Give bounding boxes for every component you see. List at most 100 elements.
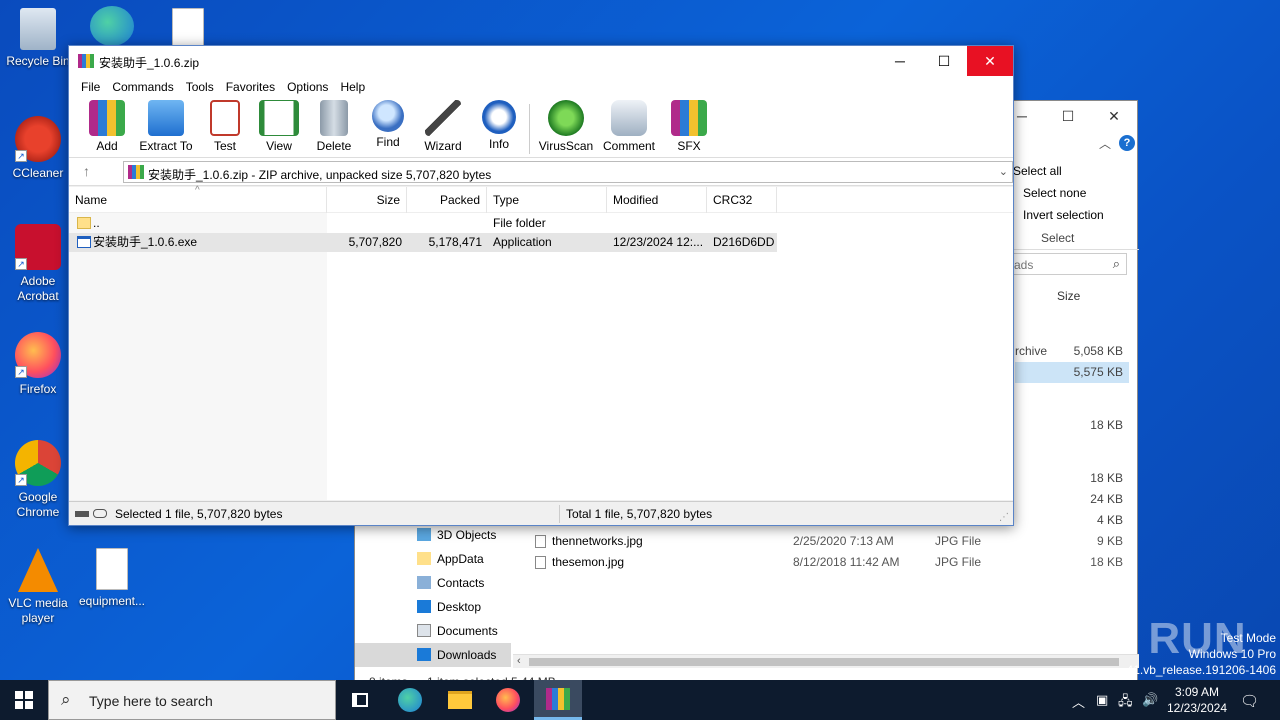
menu-commands[interactable]: Commands: [106, 76, 179, 98]
column-name[interactable]: Name: [69, 187, 327, 213]
sfx-button[interactable]: SFX: [669, 100, 709, 153]
desktop-icon-ccleaner[interactable]: ↗ CCleaner: [0, 116, 76, 181]
desktop-icon-recycle-bin[interactable]: Recycle Bin: [0, 8, 76, 69]
select-all-button[interactable]: Select all: [1013, 164, 1062, 178]
acrobat-icon: ↗: [15, 224, 61, 270]
notification-icon[interactable]: 🗨: [1240, 692, 1259, 710]
column-size[interactable]: Size: [327, 187, 407, 213]
firefox-icon: ↗: [15, 332, 61, 378]
virus-scan-bug-icon: [548, 100, 584, 136]
chevron-up-icon[interactable]: ︿: [1072, 692, 1085, 711]
search-placeholder: ads: [1014, 258, 1034, 272]
menu-tools[interactable]: Tools: [180, 76, 220, 98]
menu-favorites[interactable]: Favorites: [220, 76, 281, 98]
nav-item-3d-objects[interactable]: 3D Objects: [417, 523, 511, 547]
zip-archive-icon: [128, 165, 144, 179]
add-button[interactable]: Add: [87, 100, 127, 153]
find-button[interactable]: Find: [369, 100, 407, 149]
minimize-button[interactable]: ─: [877, 46, 923, 76]
comment-button[interactable]: Comment: [599, 100, 659, 153]
desktop-icon-firefox[interactable]: ↗ Firefox: [0, 332, 76, 397]
column-modified[interactable]: Modified: [607, 187, 707, 213]
desktop-icon-google-chrome[interactable]: ↗ Google Chrome: [0, 440, 76, 520]
column-type[interactable]: Type: [487, 187, 607, 213]
desktop-icon-label: CCleaner: [12, 166, 64, 180]
file-name: thesemon.jpg: [552, 555, 625, 569]
edge-icon: [398, 688, 422, 712]
taskbar-winrar[interactable]: [534, 680, 582, 720]
select-none-button[interactable]: Select none: [1023, 186, 1086, 200]
navigation-pane: 3D Objects AppData Contacts Desktop Docu…: [355, 521, 511, 691]
add-archive-icon: [89, 100, 125, 136]
maximize-button[interactable]: ☐: [1045, 101, 1091, 131]
nav-item-contacts[interactable]: Contacts: [417, 571, 511, 595]
menu-options[interactable]: Options: [281, 76, 334, 98]
chevron-up-icon[interactable]: ︿: [1099, 135, 1111, 152]
view-button[interactable]: View: [257, 100, 301, 153]
maximize-button[interactable]: ☐: [921, 46, 967, 76]
column-packed[interactable]: Packed: [407, 187, 487, 213]
file-size: 5,058 KB: [1073, 344, 1123, 358]
nav-item-downloads[interactable]: Downloads: [355, 643, 511, 667]
view-book-icon: [259, 100, 299, 136]
column-crc32[interactable]: CRC32: [707, 187, 777, 213]
help-icon[interactable]: ?: [1119, 135, 1135, 151]
desktop-icon-vlc[interactable]: VLC media player: [0, 548, 76, 626]
virusscan-button[interactable]: VirusScan: [537, 100, 595, 153]
ribbon-group-label: Select: [1041, 231, 1075, 245]
close-button[interactable]: ✕: [967, 46, 1013, 76]
image-file-icon: [535, 556, 546, 569]
documents-icon: [417, 624, 431, 637]
nav-item-documents[interactable]: Documents: [417, 619, 511, 643]
windows-logo-icon: [15, 691, 33, 709]
list-row-parent[interactable]: .. File folder: [69, 214, 777, 233]
file-name: thennetworks.jpg: [552, 534, 643, 548]
winrar-window[interactable]: 安装助手_1.0.6.zip ─ ☐ ✕ File Commands Tools…: [68, 45, 1014, 526]
system-clock[interactable]: 3:09 AM 12/23/2024: [1160, 684, 1234, 716]
info-icon: [482, 100, 516, 134]
task-view-button[interactable]: [336, 680, 384, 720]
download-arrow-icon: [417, 648, 431, 661]
nav-item-desktop[interactable]: Desktop: [417, 595, 511, 619]
start-button[interactable]: [0, 680, 48, 720]
menu-help[interactable]: Help: [334, 76, 371, 98]
close-button[interactable]: ✕: [1091, 101, 1137, 131]
chevron-left-icon[interactable]: ‹: [517, 655, 521, 667]
network-icon[interactable]: 🖧: [1118, 692, 1133, 714]
search-input[interactable]: ads ⌕: [995, 253, 1127, 275]
size-column-header[interactable]: Size: [1057, 289, 1080, 303]
desktop-icon-adobe-acrobat[interactable]: ↗ Adobe Acrobat: [0, 224, 76, 304]
chevron-down-icon[interactable]: ⌄: [999, 165, 1008, 178]
volume-icon[interactable]: 🔊: [1142, 692, 1158, 708]
sfx-archive-icon: [671, 100, 707, 136]
wizard-button[interactable]: Wizard: [421, 100, 465, 153]
invert-selection-button[interactable]: Invert selection: [1023, 208, 1104, 222]
nav-item-appdata[interactable]: AppData: [417, 547, 511, 571]
test-button[interactable]: Test: [205, 100, 245, 153]
extract-to-button[interactable]: Extract To: [137, 100, 195, 153]
test-clipboard-icon: [210, 100, 240, 136]
3d-objects-icon: [417, 528, 431, 541]
list-row-selected[interactable]: 安装助手_1.0.6.exe 5,707,820 5,178,471 Appli…: [69, 233, 777, 252]
desktop-icon-file[interactable]: [150, 8, 226, 50]
archive-path-field[interactable]: 安装助手_1.0.6.zip - ZIP archive, unpacked s…: [123, 161, 1013, 183]
contacts-icon: [417, 576, 431, 589]
folder-icon: [417, 552, 431, 565]
scrollbar-thumb[interactable]: [529, 658, 1119, 666]
taskbar-search-input[interactable]: ⌕ Type here to search: [48, 680, 336, 720]
info-button[interactable]: Info: [479, 100, 519, 151]
resize-grip-icon[interactable]: ⋰: [999, 506, 1009, 530]
up-arrow-icon[interactable]: ↑: [83, 163, 90, 179]
title-bar[interactable]: 安装助手_1.0.6.zip ─ ☐ ✕: [69, 46, 1013, 76]
menu-file[interactable]: File: [75, 76, 106, 98]
desktop-icon-equipment[interactable]: equipment...: [74, 548, 150, 609]
desktop-icon: [417, 600, 431, 613]
file-list[interactable]: ^ Name Size Packed Type Modified CRC32 .…: [69, 185, 1013, 500]
desktop-icon-edge[interactable]: [74, 6, 150, 50]
delete-button[interactable]: Delete: [313, 100, 355, 153]
taskbar-edge[interactable]: [386, 680, 434, 720]
taskbar-firefox[interactable]: [484, 680, 532, 720]
taskbar-file-explorer[interactable]: [436, 680, 484, 720]
tray-app-icon[interactable]: ▣: [1096, 692, 1108, 708]
magnifier-icon: [372, 100, 404, 132]
